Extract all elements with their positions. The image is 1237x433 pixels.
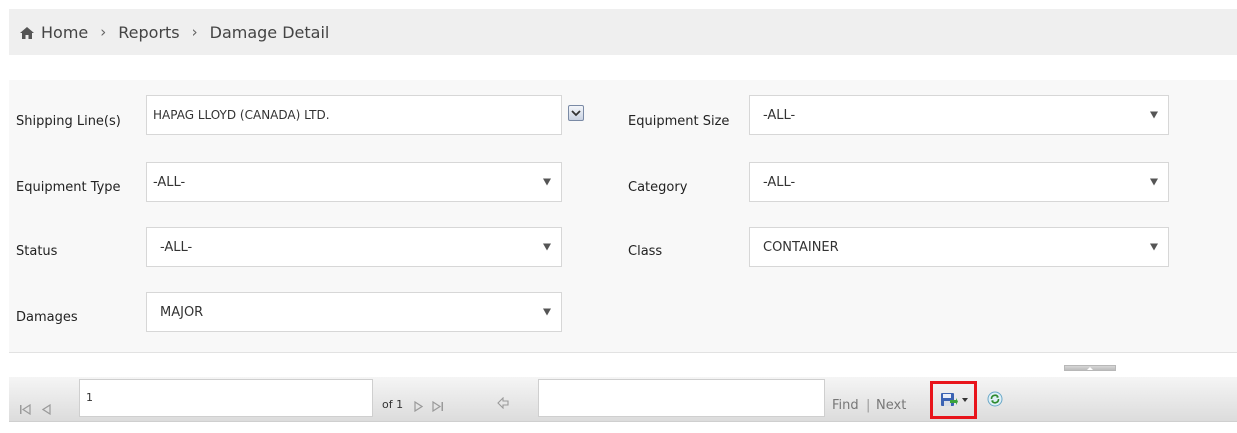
damages-select[interactable]: MAJOR <box>146 292 562 332</box>
category-label: Category <box>628 180 688 195</box>
find-text-input[interactable] <box>538 379 825 417</box>
dropdown-arrow-icon <box>1150 243 1158 251</box>
find-next-link[interactable]: Next <box>876 398 906 413</box>
chevron-up-icon <box>1087 366 1093 370</box>
equipment-size-label: Equipment Size <box>628 114 730 129</box>
page-number-input[interactable] <box>79 379 373 417</box>
back-to-parent-icon[interactable] <box>497 396 509 410</box>
shipping-line-dropdown-button[interactable] <box>568 105 584 121</box>
breadcrumb: Home › Reports › Damage Detail <box>9 9 1237 55</box>
dropdown-arrow-icon <box>543 243 551 251</box>
equipment-size-select[interactable]: -ALL- <box>749 95 1169 135</box>
refresh-icon[interactable] <box>987 391 1003 407</box>
first-page-icon[interactable] <box>19 402 31 416</box>
previous-page-icon[interactable] <box>42 402 51 416</box>
last-page-icon[interactable] <box>432 399 444 413</box>
damages-label: Damages <box>16 310 78 325</box>
find-link[interactable]: Find <box>832 398 859 413</box>
find-next-separator: | <box>866 398 871 413</box>
status-value: -ALL- <box>160 239 193 255</box>
equipment-type-value: -ALL- <box>153 174 186 190</box>
chevron-down-icon <box>961 398 968 402</box>
dropdown-arrow-icon <box>543 178 551 186</box>
equipment-size-value: -ALL- <box>763 107 796 123</box>
breadcrumb-reports-link[interactable]: Reports <box>118 23 179 42</box>
breadcrumb-separator: › <box>191 23 198 41</box>
class-value: CONTAINER <box>763 239 839 255</box>
home-icon[interactable] <box>19 25 35 39</box>
page-count-text: of 1 <box>382 398 404 411</box>
dropdown-arrow-icon <box>1150 111 1158 119</box>
category-select[interactable]: -ALL- <box>749 162 1169 202</box>
breadcrumb-separator: › <box>100 23 107 41</box>
breadcrumb-current: Damage Detail <box>209 22 330 42</box>
chevron-down-icon <box>571 110 581 117</box>
breadcrumb-home-link[interactable]: Home <box>41 23 88 42</box>
class-label: Class <box>628 244 663 259</box>
equipment-type-label: Equipment Type <box>16 180 121 195</box>
next-page-icon[interactable] <box>414 399 423 413</box>
equipment-type-select[interactable]: -ALL- <box>146 162 562 202</box>
divider <box>9 352 1237 353</box>
category-value: -ALL- <box>763 174 796 190</box>
class-select[interactable]: CONTAINER <box>749 227 1169 267</box>
dropdown-arrow-icon <box>543 308 551 316</box>
dropdown-arrow-icon <box>1150 178 1158 186</box>
save-export-icon <box>940 393 958 406</box>
shipping-line-field[interactable]: HAPAG LLOYD (CANADA) LTD. <box>146 95 562 135</box>
status-label: Status <box>16 244 58 259</box>
collapse-parameters-handle[interactable] <box>1064 365 1116 371</box>
status-select[interactable]: -ALL- <box>146 227 562 267</box>
export-button[interactable] <box>930 381 977 419</box>
damages-value: MAJOR <box>160 304 204 320</box>
shipping-line-label: Shipping Line(s) <box>16 114 121 129</box>
shipping-line-value: HAPAG LLOYD (CANADA) LTD. <box>153 108 330 122</box>
